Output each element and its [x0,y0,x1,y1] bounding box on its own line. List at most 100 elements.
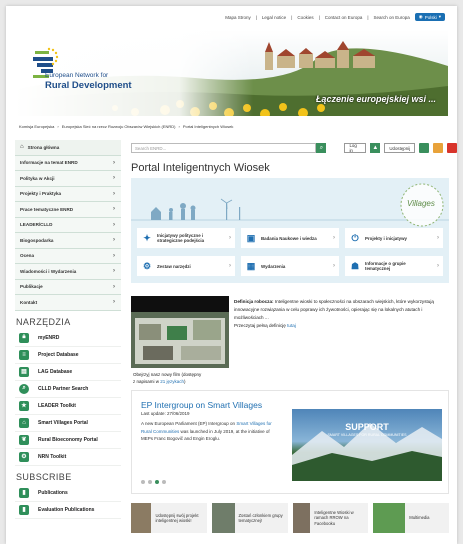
promo-photo [373,503,406,533]
tool-lag-database[interactable]: ▤ LAG Database [15,364,121,381]
chevron-right-icon: › [113,221,115,228]
tool-nrn-toolkit[interactable]: ⚙ NRN Toolkit [15,449,121,466]
tool-leader-toolkit[interactable]: ★ LEADER Toolkit [15,398,121,415]
leaf-icon: ❦ [19,434,29,445]
definition-link[interactable]: tutaj [287,323,296,328]
nav-item-contact[interactable]: Kontakt › [15,295,121,311]
page: Mapa Strony | Legal notice | Cookies | Cont… [6,6,457,544]
tile-toolkit[interactable]: ⚙ Zestaw narzędzi › [137,256,235,276]
nav-item-policy[interactable]: Polityka w Akcji › [15,171,121,187]
gear-icon: ⚙ [142,260,152,271]
book-icon: ▣ [246,232,256,243]
promo-card-share-project[interactable]: Udostępnij swój projekt inteligentnej wi… [131,503,207,533]
share-icon[interactable] [419,143,430,153]
tile-policy[interactable]: ✦ Inicjatywy polityczne i strategiczne po… [137,228,235,248]
calendar-icon: ▦ [246,260,256,271]
news-image-title: SUPPORT [345,422,389,432]
lightbulb-icon: ✦ [143,232,151,243]
chevron-right-icon: › [113,175,115,182]
news-image-subtitle: SMART VILLAGES FOR RURAL COMMUNITIES [327,433,407,437]
breadcrumb-item[interactable]: Komisja Europejska [19,124,54,129]
carousel-dot-active[interactable] [155,480,159,484]
logo-line1: European Network for [45,72,109,79]
nav-item-bioeconomy[interactable]: Biogospodarka › [15,233,121,249]
nav-item-publications[interactable]: Publikacje › [15,279,121,295]
video-thumbnail[interactable] [131,296,229,368]
subscribe-publications[interactable]: ▮ Publications [15,485,121,502]
search-icon: ⌕ [19,383,29,394]
tile-research[interactable]: ▣ Badania Naukowe i wiedza › [241,228,339,248]
promo-card-facebook[interactable]: Inteligentne Wioski w ramach RROW na Fac… [292,503,369,533]
chevron-right-icon: › [229,235,231,241]
tool-clld-partner-search[interactable]: ⌕ CLLD Partner Search [15,381,121,398]
chevron-right-icon: › [333,235,335,241]
publication-icon: ▮ [19,487,29,498]
breadcrumb-item: Portal Inteligentnych Wiosek [182,124,234,129]
header-banner: European Network for Rural Development Ł… [15,30,448,116]
tool-myenrd[interactable]: 🔒︎ myENRD [15,330,121,347]
left-sidebar: ⌂ Strona główna Informacje na temat ENRD ›… [15,140,121,519]
promo-photo [292,503,311,533]
promo-cards: Udostępnij swój projekt inteligentnej wi… [131,503,449,533]
subscribe-heading: SUBSCRIBE [16,471,72,482]
chevron-right-icon: › [113,206,115,213]
rss-icon[interactable] [433,143,444,153]
top-links: Mapa Strony | Legal notice | Cookies | Cont… [225,13,445,21]
carousel-dots[interactable] [141,480,166,484]
power-icon: ⏻ [351,232,359,243]
document-icon: ▤ [19,366,29,377]
chevron-right-icon: › [113,190,115,197]
tool-smart-villages-portal[interactable]: ⌂ Smart Villages Portal [15,415,121,432]
nav-item-leader[interactable]: LEADER/CLLD › [15,217,121,233]
link-legal[interactable]: Legal notice [262,15,286,20]
languages-link[interactable]: 21 językach [160,379,184,384]
link-contact[interactable]: Contact on Europa [325,15,363,20]
breadcrumb: Komisja Europejska › Europejska Sieć na r… [19,124,234,129]
tile-thematic-group[interactable]: ☗ Informacje o grupie tematycznej › [345,256,443,276]
star-icon: ★ [19,400,29,411]
tile-projects[interactable]: ⏻ Projekty i inicjatywy › [345,228,443,248]
breadcrumb-item[interactable]: Europejska Sieć na rzecz Rozwoju Obszaró… [62,124,176,129]
chevron-right-icon: › [113,283,115,290]
nav-item-thematic[interactable]: Prace tematyczne ENRD › [15,202,121,218]
promo-photo [131,503,152,533]
carousel-dot[interactable] [162,480,166,484]
group-icon: ☗ [350,260,360,271]
login-button[interactable]: Log in [344,143,367,153]
user-icon[interactable]: ▲ [370,143,381,153]
news-image[interactable]: SUPPORT SMART VILLAGES FOR RURAL COMMUNI… [292,409,442,481]
tool-rural-bioeconomy-portal[interactable]: ❦ Rural Bioeconomy Portal [15,432,121,449]
subscribe-evaluation-publications[interactable]: ▮ Evaluation Publications [15,502,121,519]
link-cookies[interactable]: Cookies [297,15,313,20]
logo-line2: Rural Development [45,80,132,91]
promo-card-multimedia[interactable]: Multimedia [373,503,449,533]
news-title[interactable]: EP Intergroup on Smart Villages [141,400,262,410]
nav-item-news[interactable]: Wiadomości i Wydarzenia › [15,264,121,280]
nav-item-evaluation[interactable]: Ocena › [15,248,121,264]
chevron-right-icon: › [113,237,115,244]
nav-item-home[interactable]: ⌂ Strona główna [15,140,121,156]
tool-project-database[interactable]: ≡ Project Database [15,347,121,364]
carousel-dot[interactable] [148,480,152,484]
globe-icon: ◉ [418,14,423,19]
tile-events[interactable]: ▦ Wydarzenia › [241,256,339,276]
search-button[interactable]: ⌕ [316,143,327,153]
promo-card-join-group[interactable]: Zostań członkiem grupy tematycznej! [211,503,288,533]
nav-item-about[interactable]: Informacje na temat ENRD › [15,155,121,171]
nav-item-projects[interactable]: Projekty i Praktyka › [15,186,121,202]
search-row: Search ENRD... ⌕ Log in ▲ Udostępnij [131,143,457,153]
hero-word-cloud: Villages [407,199,435,208]
search-icon: ⌕ [319,144,324,151]
mountain-landscape-image [292,423,442,481]
publication-icon: ▮ [19,504,29,515]
link-search-europa[interactable]: Search on Europa [374,15,410,20]
carousel-dot[interactable] [141,480,145,484]
pdf-icon[interactable] [447,143,457,153]
chevron-right-icon: › [437,263,439,269]
definition-text: Definicja robocza: Inteligentne wioski t… [234,299,434,328]
search-input[interactable]: Search ENRD... [131,143,317,153]
language-selector[interactable]: ◉ Polski ▾ [414,13,445,21]
share-button[interactable]: Udostępnij [384,143,416,153]
home-icon: ⌂ [20,144,24,151]
link-sitemap[interactable]: Mapa Strony [225,15,251,20]
